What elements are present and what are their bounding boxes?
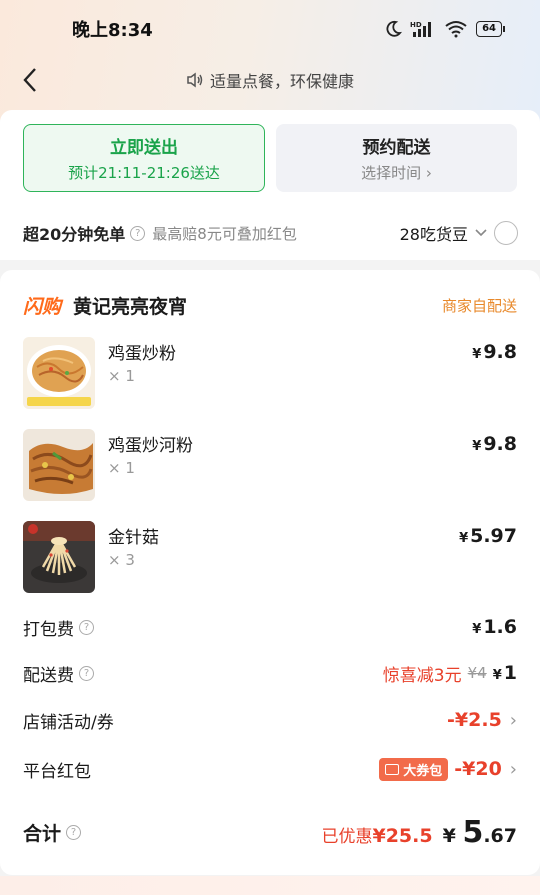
flash-sale-logo: 闪购 — [23, 295, 62, 318]
shop-promo-label: 店铺活动/券 — [23, 712, 114, 733]
help-icon[interactable]: ? — [130, 225, 146, 241]
shop-name[interactable]: 黄记亮亮夜宵 — [73, 292, 187, 319]
total-currency: ¥ — [442, 824, 456, 847]
total-price-int: 5 — [462, 814, 484, 850]
item-price: ¥5.97 — [459, 525, 517, 547]
list-item[interactable]: 金针菇 × 3 ¥5.97 — [23, 521, 517, 593]
item-price: ¥9.8 — [472, 341, 517, 363]
total-saved: 已优惠¥25.5 — [321, 822, 432, 847]
status-bar: 晚上8:34 HD 64 — [0, 0, 540, 58]
status-icons: HD 64 — [384, 20, 505, 38]
delivery-fee-value: ¥1 — [492, 662, 517, 684]
help-icon[interactable]: ? — [79, 665, 94, 681]
total-value-group: 已优惠¥25.5 ¥ 5.67 — [321, 815, 517, 850]
select-time-label: 选择时间 — [361, 164, 422, 182]
packing-fee-value: ¥1.6 — [472, 616, 517, 638]
item-price-value: 9.8 — [483, 433, 517, 455]
food-thumbnail-enoki — [23, 521, 95, 593]
total-saved-value: ¥25.5 — [372, 824, 433, 847]
signal-icon: HD — [410, 21, 432, 37]
late-free-label: 超20分钟免单 — [23, 225, 126, 244]
chevron-right-icon: › — [509, 709, 517, 731]
scheduled-delivery-option[interactable]: 预约配送 选择时间 › — [276, 124, 517, 192]
item-price-value: 5.97 — [470, 525, 517, 547]
help-icon[interactable]: ? — [66, 824, 82, 840]
coupon-pack-label: 大券包 — [403, 763, 443, 779]
food-thumbnail-fried-noodles — [23, 337, 95, 409]
nav-title-text: 适量点餐，环保健康 — [209, 72, 354, 91]
platform-coupon-row[interactable]: 平台红包 大券包 -¥20 › — [23, 754, 517, 784]
shop-promo-value: -¥2.5 — [447, 709, 502, 731]
late-free-desc: 最高赔8元可叠加红包 — [152, 224, 297, 243]
scheduled-delivery-title: 预约配送 — [362, 138, 431, 158]
platform-coupon-value-group: 大券包 -¥20 › — [379, 757, 517, 781]
delivery-fee-promo: 惊喜减3元 — [382, 665, 462, 686]
total-saved-prefix: 已优惠 — [321, 826, 373, 847]
list-item[interactable]: 鸡蛋炒粉 × 1 ¥9.8 — [23, 337, 517, 409]
item-quantity: × 1 — [108, 459, 135, 477]
packing-fee-label: 打包费 — [23, 619, 74, 640]
platform-coupon-label: 平台红包 — [23, 761, 91, 782]
item-name: 鸡蛋炒河粉 — [108, 436, 193, 456]
item-name: 鸡蛋炒粉 — [108, 344, 176, 364]
bottom-strip — [0, 876, 540, 895]
item-name: 金针菇 — [108, 528, 159, 548]
deliver-now-eta: 预计21:11-21:26送达 — [68, 164, 220, 182]
coupon-pack-badge: 大券包 — [379, 757, 449, 781]
delivery-card: 立即送出 预计21:11-21:26送达 预约配送 选择时间 › 超20分钟免单… — [0, 110, 540, 260]
total-price: ¥ 5.67 — [443, 815, 517, 850]
item-quantity: × 1 — [108, 367, 135, 385]
chevron-left-icon — [23, 68, 36, 92]
svg-text:HD: HD — [410, 21, 422, 29]
wifi-icon — [445, 21, 467, 38]
shop-promo-row[interactable]: 店铺活动/券 -¥2.5 › — [23, 705, 517, 735]
delivery-fee-row: 配送费 ? 惊喜减3元 ¥4 ¥1 — [23, 658, 517, 688]
bean-selector[interactable]: 28吃货豆 — [400, 221, 518, 245]
nav-bar: 适量点餐，环保健康 — [0, 58, 540, 102]
item-price: ¥9.8 — [472, 433, 517, 455]
chevron-right-icon: › — [509, 758, 517, 780]
ticket-icon — [385, 763, 400, 775]
deliver-now-title: 立即送出 — [110, 138, 178, 158]
chevron-down-icon — [475, 229, 487, 237]
total-price-dec: .67 — [483, 824, 517, 847]
item-quantity: × 3 — [108, 551, 135, 569]
nav-title: 适量点餐，环保健康 — [186, 68, 354, 92]
speaker-icon — [187, 72, 203, 88]
list-item[interactable]: 鸡蛋炒河粉 × 1 ¥9.8 — [23, 429, 517, 501]
back-button[interactable] — [14, 62, 46, 98]
bean-label: 28吃货豆 — [399, 225, 468, 244]
delivery-fee-value-group: 惊喜减3元 ¥4 ¥1 — [383, 661, 517, 686]
total-label: 合计 — [23, 822, 62, 845]
bean-radio[interactable] — [494, 221, 518, 245]
platform-coupon-value: -¥20 — [454, 758, 502, 780]
late-free-row: 超20分钟免单 ? 最高赔8元可叠加红包 28吃货豆 — [23, 218, 518, 248]
delivery-type-tag: 商家自配送 — [441, 296, 517, 315]
shop-row: 闪购 黄记亮亮夜宵 商家自配送 — [23, 288, 517, 322]
food-thumbnail-fried-rice-noodles — [23, 429, 95, 501]
packing-fee-row: 打包费 ? ¥1.6 — [23, 612, 517, 642]
packing-fee-value-group: ¥1.6 — [472, 616, 517, 638]
scheduled-delivery-subtitle: 选择时间 › — [361, 162, 432, 183]
total-row: 合计 ? 已优惠¥25.5 ¥ 5.67 — [23, 812, 517, 852]
delivery-fee-original: ¥4 — [467, 664, 487, 682]
packing-fee-amount: 1.6 — [483, 616, 517, 638]
delivery-fee-amount: 1 — [503, 662, 517, 684]
help-icon[interactable]: ? — [79, 619, 94, 635]
shop-promo-value-group: -¥2.5 › — [447, 709, 517, 731]
item-price-value: 9.8 — [483, 341, 517, 363]
delivery-fee-label: 配送费 — [23, 665, 74, 686]
battery-indicator: 64 — [476, 21, 505, 37]
order-card: 闪购 黄记亮亮夜宵 商家自配送 鸡蛋炒粉 × 1 ¥9.8 鸡蛋炒河粉 × 1 … — [0, 270, 540, 875]
status-time: 晚上8:34 — [72, 20, 153, 41]
moon-icon — [386, 20, 403, 37]
deliver-now-option[interactable]: 立即送出 预计21:11-21:26送达 — [23, 124, 265, 192]
chevron-right-icon: › — [425, 164, 432, 182]
